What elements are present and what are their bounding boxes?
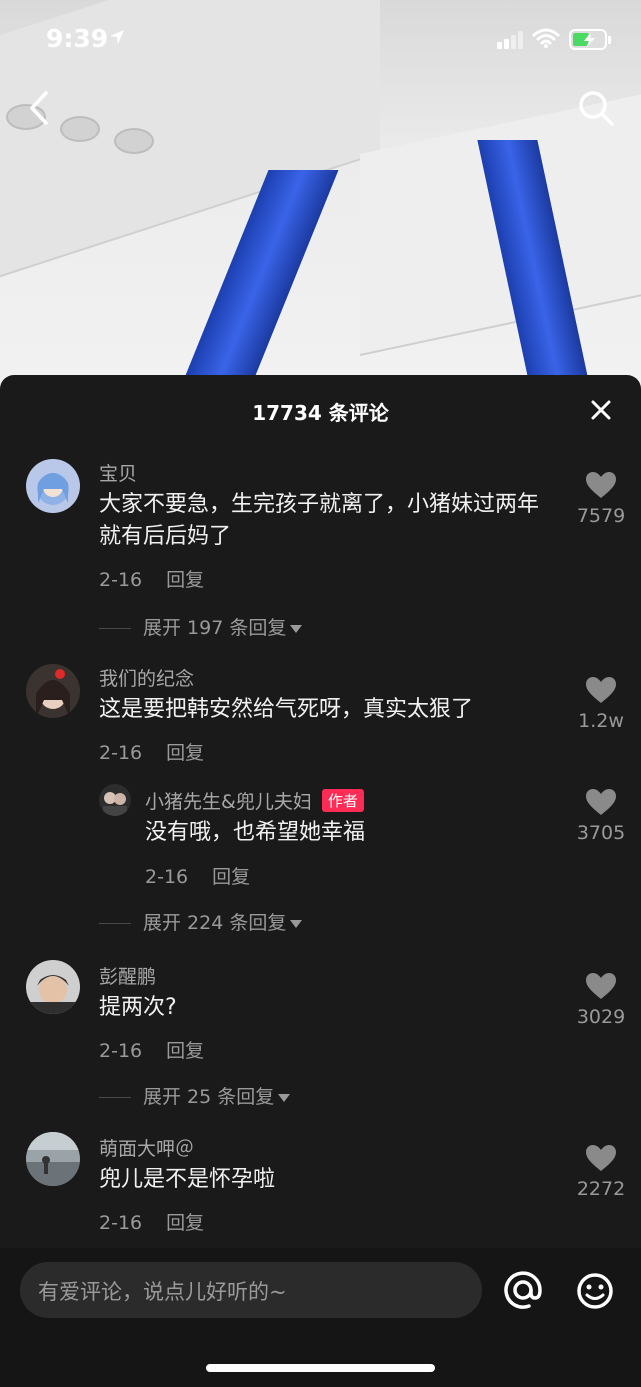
battery-charging-icon (569, 29, 613, 55)
back-chevron-icon[interactable] (26, 90, 52, 130)
air-vent (114, 128, 154, 154)
comment-text[interactable]: 提两次? (99, 992, 554, 1024)
avatar[interactable] (26, 664, 80, 718)
heart-icon (586, 1145, 616, 1171)
reply-button[interactable]: 回复 (166, 1212, 204, 1234)
comment-input-bar: 有爱评论，说点儿好听的~ (0, 1248, 641, 1387)
caret-down-icon (278, 1093, 291, 1102)
author-badge: 作者 (321, 789, 364, 812)
expand-label: 展开 197 条回复 (143, 617, 287, 639)
comment-username[interactable]: 宝贝 (99, 459, 137, 486)
like-count: 7579 (576, 505, 626, 527)
status-time: 9:39 (46, 24, 109, 53)
air-vent (60, 116, 100, 142)
comment-input[interactable]: 有爱评论，说点儿好听的~ (20, 1262, 482, 1318)
heart-icon (586, 789, 616, 815)
like-count: 3705 (576, 822, 626, 844)
heart-icon (586, 973, 616, 999)
reply-username-text[interactable]: 小猪先生&兜儿夫妇 (145, 791, 312, 813)
comment-input-placeholder: 有爱评论，说点儿好听的~ (38, 1280, 287, 1304)
comment-text[interactable]: 这是要把韩安然给气死呀，真实太狠了 (99, 694, 554, 726)
divider (99, 923, 131, 924)
reply-button[interactable]: 回复 (166, 742, 204, 764)
caret-down-icon (290, 624, 303, 633)
comment-meta: 2-16 回复 (99, 1208, 204, 1235)
reply-avatar[interactable] (99, 784, 131, 816)
like-button[interactable]: 7579 (566, 471, 636, 527)
emoji-icon[interactable] (576, 1272, 614, 1314)
comments-sheet: 17734 条评论 宝贝 大家不要急，生完孩子就离了，小猪妹过两年就有后后妈了 … (0, 375, 641, 1387)
close-icon[interactable] (590, 399, 612, 425)
search-icon[interactable] (576, 88, 616, 132)
reply-button[interactable]: 回复 (212, 866, 250, 888)
comment-date: 2-16 (99, 1040, 143, 1062)
reply-date: 2-16 (145, 866, 189, 888)
divider (99, 628, 131, 629)
like-count: 1.2w (578, 710, 624, 732)
expand-replies-button[interactable]: 展开 224 条回复 (99, 908, 303, 935)
caret-down-icon (290, 919, 303, 928)
like-count: 2272 (576, 1178, 626, 1200)
expand-label: 展开 25 条回复 (143, 1086, 275, 1108)
expand-replies-button[interactable]: 展开 197 条回复 (99, 613, 303, 640)
reply-text[interactable]: 没有哦，也希望她幸福 (145, 817, 545, 849)
heart-icon (586, 472, 616, 498)
avatar[interactable] (26, 459, 80, 513)
comment-date: 2-16 (99, 1212, 143, 1234)
comment-meta: 2-16 回复 (99, 1036, 204, 1063)
status-bar: 9:39 (0, 0, 641, 80)
comment-username[interactable]: 萌面大呷＠ (99, 1134, 194, 1161)
like-button[interactable]: 1.2w (566, 676, 636, 732)
comment-meta: 2-16 回复 (99, 738, 204, 765)
comment-text[interactable]: 大家不要急，生完孩子就离了，小猪妹过两年就有后后妈了 (99, 489, 554, 553)
reply-button[interactable]: 回复 (166, 569, 204, 591)
avatar[interactable] (26, 1132, 80, 1186)
reply-meta: 2-16 回复 (145, 862, 250, 889)
heart-icon (586, 677, 616, 703)
expand-replies-button[interactable]: 展开 25 条回复 (99, 1082, 291, 1109)
comment-meta: 2-16 回复 (99, 565, 204, 592)
like-button[interactable]: 2272 (566, 1144, 636, 1200)
like-count: 3029 (576, 1006, 626, 1028)
comment-username[interactable]: 彭醒鹏 (99, 962, 156, 989)
mention-at-icon[interactable] (503, 1270, 543, 1314)
video-background[interactable]: 9:39 (0, 0, 641, 400)
expand-label: 展开 224 条回复 (143, 912, 287, 934)
comments-count-title: 17734 条评论 (252, 401, 389, 425)
avatar[interactable] (26, 960, 80, 1014)
divider (99, 1097, 131, 1098)
like-button[interactable]: 3029 (566, 972, 636, 1028)
comment-username[interactable]: 我们的纪念 (99, 664, 194, 691)
comment-date: 2-16 (99, 569, 143, 591)
wifi-icon (532, 27, 560, 53)
reply-button[interactable]: 回复 (166, 1040, 204, 1062)
like-button[interactable]: 3705 (566, 788, 636, 844)
reply-username[interactable]: 小猪先生&兜儿夫妇 作者 (145, 787, 364, 814)
comment-date: 2-16 (99, 742, 143, 764)
location-arrow-icon (108, 28, 126, 50)
home-indicator (206, 1364, 435, 1372)
comment-text[interactable]: 兜儿是不是怀孕啦 (99, 1164, 554, 1196)
cellular-signal-icon (497, 30, 525, 54)
